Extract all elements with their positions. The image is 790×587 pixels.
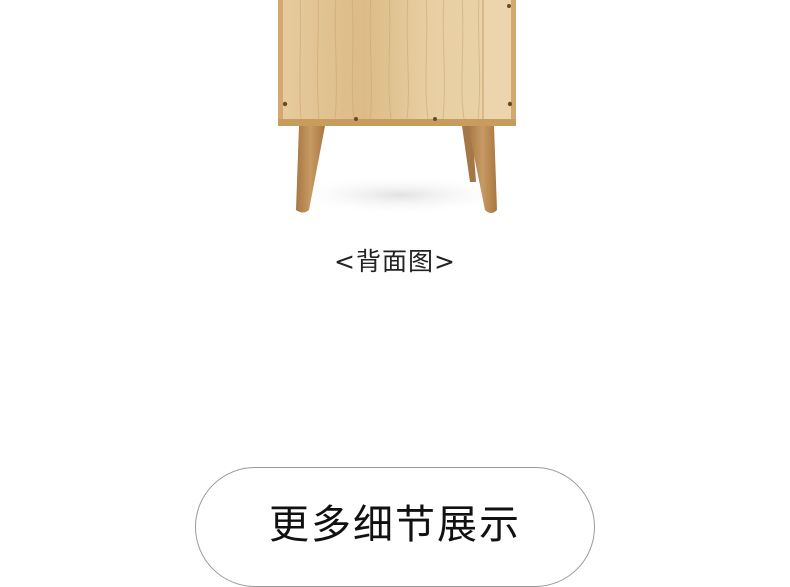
image-caption: <背面图> — [334, 247, 456, 276]
bottom-rail — [278, 119, 516, 126]
panel-edge-strip — [483, 0, 511, 119]
nightstand-back-view-image — [278, 0, 516, 215]
section-heading: 更多细节展示 — [269, 502, 521, 548]
section-heading-pill: 更多细节展示 — [195, 467, 595, 587]
